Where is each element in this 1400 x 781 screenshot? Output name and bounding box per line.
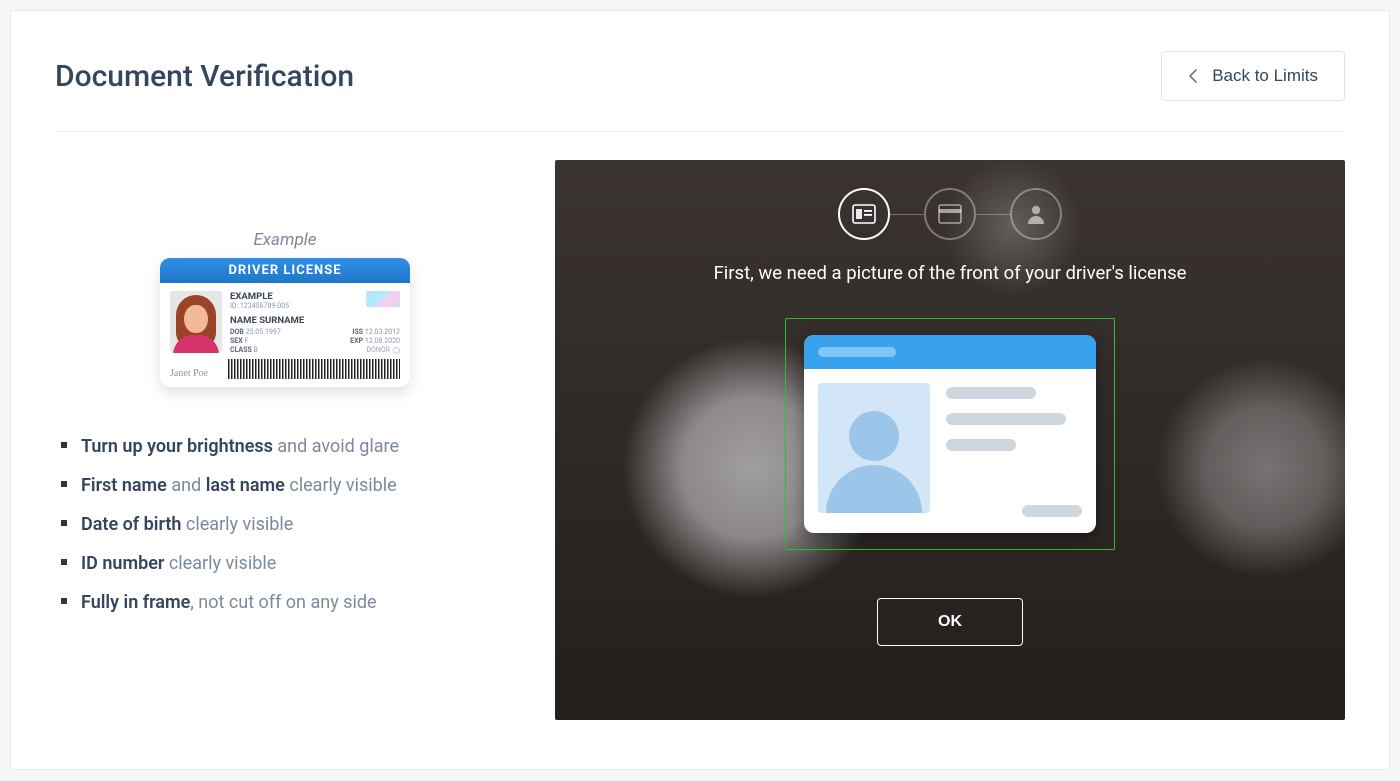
chevron-left-icon xyxy=(1188,68,1198,84)
license-exp-label: EXP xyxy=(350,337,363,345)
license-sex-label: SEX xyxy=(230,337,243,345)
page-title: Document Verification xyxy=(55,59,354,94)
example-label: Example xyxy=(55,230,515,250)
instructions-column: Example DRIVER LICENSE EXAMPLE ID: 12345… xyxy=(55,160,515,720)
license-photo-icon xyxy=(170,291,222,353)
back-to-limits-button[interactable]: Back to Limits xyxy=(1161,51,1345,101)
barcode-icon xyxy=(228,359,400,379)
tip-item: Turn up your brightness and avoid glare xyxy=(81,427,515,466)
license-class: B xyxy=(254,346,258,354)
step-back-icon xyxy=(924,188,976,240)
back-button-label: Back to Limits xyxy=(1212,66,1318,86)
license-iss: 12.03.2012 xyxy=(365,328,400,336)
hologram-icon xyxy=(366,291,400,307)
step-selfie-icon xyxy=(1010,188,1062,240)
license-dob-label: DOB xyxy=(230,328,244,336)
license-dob: 25.05.1997 xyxy=(246,328,281,336)
tip-item: First name and last name clearly visible xyxy=(81,466,515,505)
license-exp: 12.08.2020 xyxy=(365,337,400,345)
capture-frame xyxy=(785,318,1115,550)
step-front-icon xyxy=(838,188,890,240)
license-donor-label: DONOR xyxy=(366,346,390,355)
tips-list: Turn up your brightness and avoid glare … xyxy=(55,427,515,622)
step-indicator xyxy=(838,188,1062,240)
person-silhouette-icon xyxy=(818,383,930,513)
license-class-label: CLASS xyxy=(230,346,252,354)
capture-instruction: First, we need a picture of the front of… xyxy=(714,262,1187,284)
verification-card: Document Verification Back to Limits Exa… xyxy=(10,10,1390,770)
tip-item: ID number clearly visible xyxy=(81,544,515,583)
header: Document Verification Back to Limits xyxy=(55,51,1345,132)
ok-button[interactable]: OK xyxy=(877,598,1023,646)
tip-item: Fully in frame, not cut off on any side xyxy=(81,583,515,622)
example-driver-license: DRIVER LICENSE EXAMPLE ID: 123456789-005 xyxy=(160,258,410,387)
license-id: ID: 123456789-005 xyxy=(230,302,289,311)
id-card-placeholder-icon xyxy=(804,335,1096,533)
tip-item: Date of birth clearly visible xyxy=(81,505,515,544)
license-iss-label: ISS xyxy=(352,328,363,336)
license-name: NAME SURNAME xyxy=(230,315,400,326)
license-signature: Janet Poe xyxy=(170,368,220,379)
license-example-text: EXAMPLE xyxy=(230,291,289,302)
license-sex: F xyxy=(244,337,248,345)
capture-panel: First, we need a picture of the front of… xyxy=(555,160,1345,720)
license-title: DRIVER LICENSE xyxy=(160,258,410,283)
